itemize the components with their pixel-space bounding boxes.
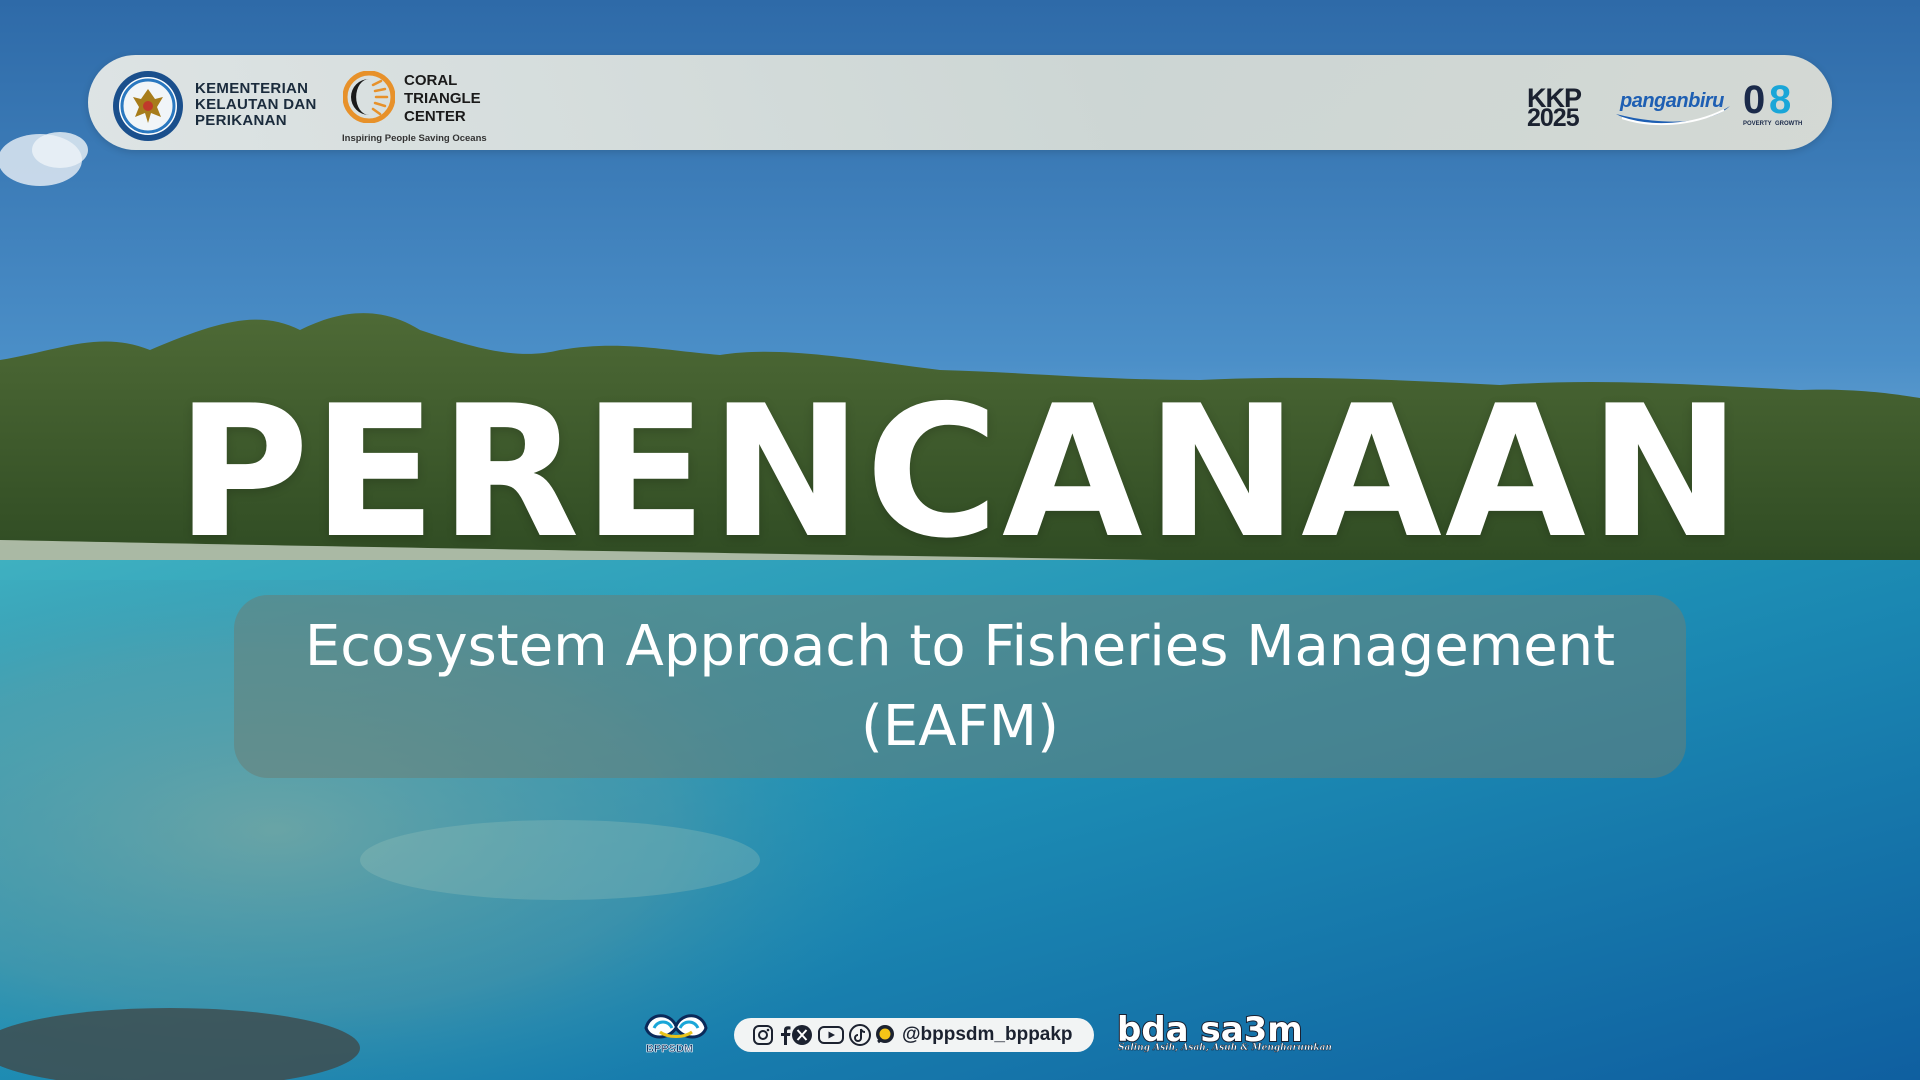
youtube-icon[interactable] xyxy=(818,1024,844,1046)
page-title: PERENCANAAN xyxy=(175,366,1745,578)
ctc-tagline: Inspiring People Saving Oceans xyxy=(342,133,487,144)
panganbiru-badge: panganbiru xyxy=(1612,84,1734,130)
instagram-icon[interactable] xyxy=(752,1024,774,1046)
kkp-badge-year: 2025 xyxy=(1527,104,1580,132)
o8-badge: 0 8 POVERTY GROWTH xyxy=(1743,78,1805,132)
subtitle: Ecosystem Approach to Fisheries Manageme… xyxy=(234,607,1686,767)
panganbiru-text: panganbiru xyxy=(1620,90,1724,112)
kakao-icon[interactable] xyxy=(874,1024,896,1046)
kkp-emblem-icon xyxy=(113,71,183,141)
subtitle-line-2: (EAFM) xyxy=(861,694,1059,759)
ctc-name: CORAL TRIANGLE CENTER xyxy=(404,72,481,125)
social-handle[interactable]: @bppsdm_bppakp xyxy=(902,1023,1073,1047)
kkp-2025-badge: KKP 2025 xyxy=(1527,83,1607,132)
bda-sa3m-tagline: Saling Asih, Asah, Asuh & Mengharumkan xyxy=(1118,1043,1332,1053)
o8-poverty: POVERTY xyxy=(1743,121,1772,127)
coral-triangle-center-logo-icon xyxy=(343,71,395,123)
o8-eight: 8 xyxy=(1769,78,1792,122)
o8-zero: 0 xyxy=(1743,78,1766,122)
x-icon[interactable] xyxy=(791,1024,813,1046)
o8-growth: GROWTH xyxy=(1775,121,1803,127)
bppsdm-label: BPPSDM xyxy=(646,1043,694,1056)
ministry-name: KEMENTERIAN KELAUTAN DAN PERIKANAN xyxy=(195,80,317,129)
subtitle-line-1: Ecosystem Approach to Fisheries Manageme… xyxy=(304,614,1616,679)
tiktok-icon[interactable] xyxy=(849,1024,871,1046)
